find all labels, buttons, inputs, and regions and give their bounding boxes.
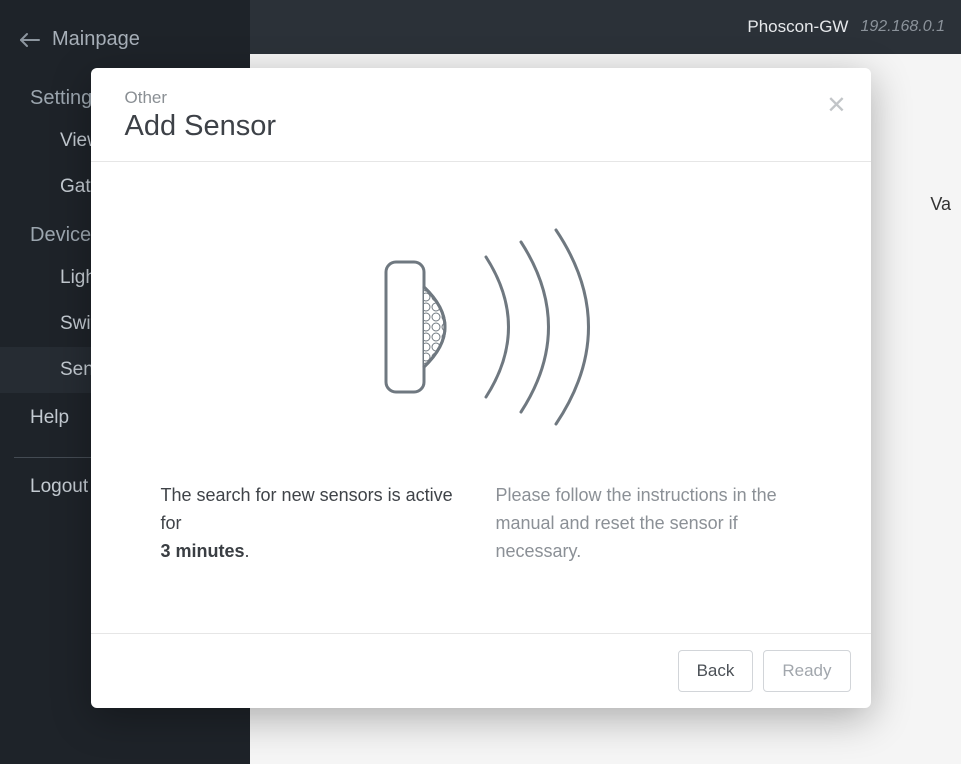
modal-text-row: The search for new sensors is active for… [131,482,831,566]
search-time: 3 minutes [161,541,245,561]
search-text: The search for new sensors is active for [161,485,453,533]
close-icon[interactable]: ✕ [826,94,846,118]
modal-footer: Back Ready [91,633,871,708]
period: . [245,541,250,561]
modal-backdrop: Other Add Sensor ✕ [0,0,961,764]
back-to-mainpage[interactable]: Mainpage [0,14,250,73]
modal-category: Other [125,88,837,108]
gateway-name: Phoscon-GW [747,17,848,37]
column-header-value: Va [930,194,951,215]
arrow-left-icon [18,31,40,49]
modal-body: The search for new sensors is active for… [91,162,871,633]
sensor-illustration [131,192,831,482]
modal-header: Other Add Sensor ✕ [91,68,871,162]
motion-sensor-icon [331,222,631,442]
nav-label: Help [30,407,69,428]
ready-button[interactable]: Ready [763,650,850,692]
modal-title: Add Sensor [125,110,837,143]
add-sensor-modal: Other Add Sensor ✕ [91,68,871,708]
back-label: Mainpage [52,28,140,51]
instructions-text: Please follow the instructions in the ma… [496,482,801,566]
back-button[interactable]: Back [678,650,754,692]
nav-label: Logout [30,476,88,497]
search-status-text: The search for new sensors is active for… [161,482,466,566]
gateway-ip: 192.168.0.1 [860,18,945,36]
